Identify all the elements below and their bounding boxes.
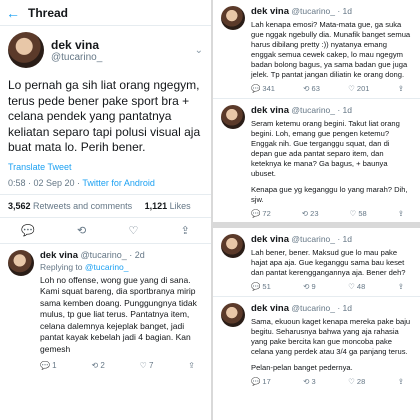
tweet-source-link[interactable]: Twitter for Android	[82, 178, 155, 188]
reply-author-name[interactable]: dek vina	[251, 303, 289, 314]
like-icon[interactable]: ♡ 28	[348, 377, 365, 386]
retweet-icon[interactable]: ⟲ 63	[303, 84, 320, 93]
reply-text: Sama, ekuoun kaget kenapa mereka pake ba…	[251, 317, 411, 356]
reply-action-bar: 💬 17 ⟲ 3 ♡ 28 ⇪	[251, 377, 412, 386]
reply-tweet[interactable]: dek vina @tucarino_ · 2d Replying to @tu…	[0, 244, 211, 370]
reply-author-name[interactable]: dek vina	[251, 6, 289, 17]
reply-action-bar: 💬 72 ⟲ 23 ♡ 58 ⇪	[251, 209, 412, 218]
reply-text: Seram ketemu orang begini. Takut liat or…	[251, 119, 400, 178]
main-action-bar: 💬 ⟲ ♡ ⇪	[0, 218, 211, 244]
avatar[interactable]	[8, 32, 44, 68]
reply-text-continued: Kenapa gue yg keganggu lo yang marah? Di…	[251, 185, 408, 204]
reply-handle: @tucarino_ · 1d	[291, 105, 353, 115]
left-thread-panel: ← Thread dek vina @tucarino_ ⌄ Lo pernah…	[0, 0, 211, 420]
reply-action-bar: 💬 1 ⟲ 2 ♡ 7 ⇪	[40, 361, 203, 370]
share-icon[interactable]: ⇪	[398, 209, 404, 218]
avatar[interactable]	[8, 249, 34, 276]
reply-action-bar: 💬 341 ⟲ 63 ♡ 201 ⇪	[251, 84, 412, 93]
reply-text: Loh no offense, wong gue yang di sana. K…	[40, 274, 197, 354]
like-icon[interactable]: ♡ 58	[350, 209, 367, 218]
tweet-stats: 3,562 Retweets and comments 1,121 Likes	[0, 195, 211, 218]
thread-header: ← Thread	[0, 0, 211, 26]
main-tweet-text: Lo pernah ga sih liat orang ngegym, teru…	[8, 78, 201, 154]
retweet-icon[interactable]: ⟲ 2	[91, 361, 104, 370]
reply-icon[interactable]: 💬 341	[251, 84, 275, 93]
retweet-icon[interactable]: ⟲ 3	[303, 377, 316, 386]
reply-tweet[interactable]: dek vina @tucarino_ · 1d Seram ketemu or…	[213, 99, 420, 218]
reply-tweet[interactable]: dek vina @tucarino_ · 1d Lah kenapa emos…	[213, 0, 420, 93]
translate-tweet-link[interactable]: Translate Tweet	[0, 156, 211, 172]
author-handle[interactable]: @tucarino_	[51, 52, 102, 63]
like-icon[interactable]: ♡ 48	[348, 282, 365, 291]
share-icon[interactable]: ⇪	[398, 84, 404, 93]
reply-handle: @tucarino_ · 1d	[291, 303, 353, 313]
replying-to-link[interactable]: @tucarino_	[85, 262, 129, 272]
like-count[interactable]: 1,121	[145, 201, 168, 211]
tweet-meta: 0:58 · 02 Sep 20 · Twitter for Android	[0, 172, 211, 195]
tweet-time: 0:58 · 02 Sep 20 ·	[8, 177, 83, 188]
reply-author-name[interactable]: dek vina	[40, 250, 78, 261]
page-title: Thread	[28, 5, 69, 20]
reply-tweet[interactable]: dek vina @tucarino_ · 1d Sama, ekuoun ka…	[213, 297, 420, 386]
share-icon[interactable]: ⇪	[398, 377, 404, 386]
reply-handle: @tucarino_ · 1d	[291, 6, 353, 16]
reply-text: Lah bener, bener. Maksud gue lo mau pake…	[251, 248, 406, 277]
right-bottom-thread-panel: dek vina @tucarino_ · 1d Lah bener, bene…	[213, 228, 420, 420]
replying-label: Replying to	[40, 261, 83, 272]
reply-icon[interactable]: 💬 1	[40, 361, 57, 370]
avatar[interactable]	[221, 6, 245, 30]
back-arrow-icon[interactable]: ←	[6, 5, 24, 21]
like-label: Likes	[169, 200, 191, 211]
reply-action-bar: 💬 51 ⟲ 9 ♡ 48 ⇪	[251, 282, 412, 291]
retweet-label: Retweets and comments	[33, 200, 133, 211]
reply-tweet[interactable]: dek vina @tucarino_ · 1d Lah bener, bene…	[213, 228, 420, 291]
reply-icon[interactable]: 💬 17	[251, 377, 271, 386]
chevron-down-icon[interactable]: ⌄	[195, 45, 203, 56]
main-tweet-author: dek vina @tucarino_ ⌄	[0, 26, 211, 68]
like-icon[interactable]: ♡	[129, 224, 139, 237]
share-icon[interactable]: ⇪	[398, 282, 404, 291]
share-icon[interactable]: ⇪	[188, 361, 195, 370]
retweet-icon[interactable]: ⟲ 9	[303, 282, 316, 291]
avatar[interactable]	[221, 234, 245, 258]
share-icon[interactable]: ⇪	[181, 224, 190, 237]
like-icon[interactable]: ♡ 7	[140, 361, 154, 370]
reply-text-continued: Pelan-pelan banget pedernya.	[251, 363, 353, 372]
reply-icon[interactable]: 💬 72	[251, 209, 271, 218]
right-top-thread-panel: dek vina @tucarino_ · 1d Lah kenapa emos…	[213, 0, 420, 222]
reply-icon[interactable]: 💬 51	[251, 282, 271, 291]
reply-handle: @tucarino_ · 1d	[291, 234, 353, 244]
author-name[interactable]: dek vina	[51, 38, 102, 52]
reply-icon[interactable]: 💬	[21, 224, 35, 237]
avatar[interactable]	[221, 105, 245, 129]
reply-author-name[interactable]: dek vina	[251, 105, 289, 116]
retweet-icon[interactable]: ⟲ 23	[302, 209, 319, 218]
reply-text: Lah kenapa emosi? Mata-mata gue, ga suka…	[251, 20, 411, 79]
like-icon[interactable]: ♡ 201	[348, 84, 369, 93]
avatar[interactable]	[221, 303, 245, 327]
retweet-count[interactable]: 3,562	[8, 201, 31, 211]
reply-handle: @tucarino_ · 2d	[80, 249, 145, 260]
reply-author-name[interactable]: dek vina	[251, 234, 289, 245]
retweet-icon[interactable]: ⟲	[77, 224, 86, 237]
